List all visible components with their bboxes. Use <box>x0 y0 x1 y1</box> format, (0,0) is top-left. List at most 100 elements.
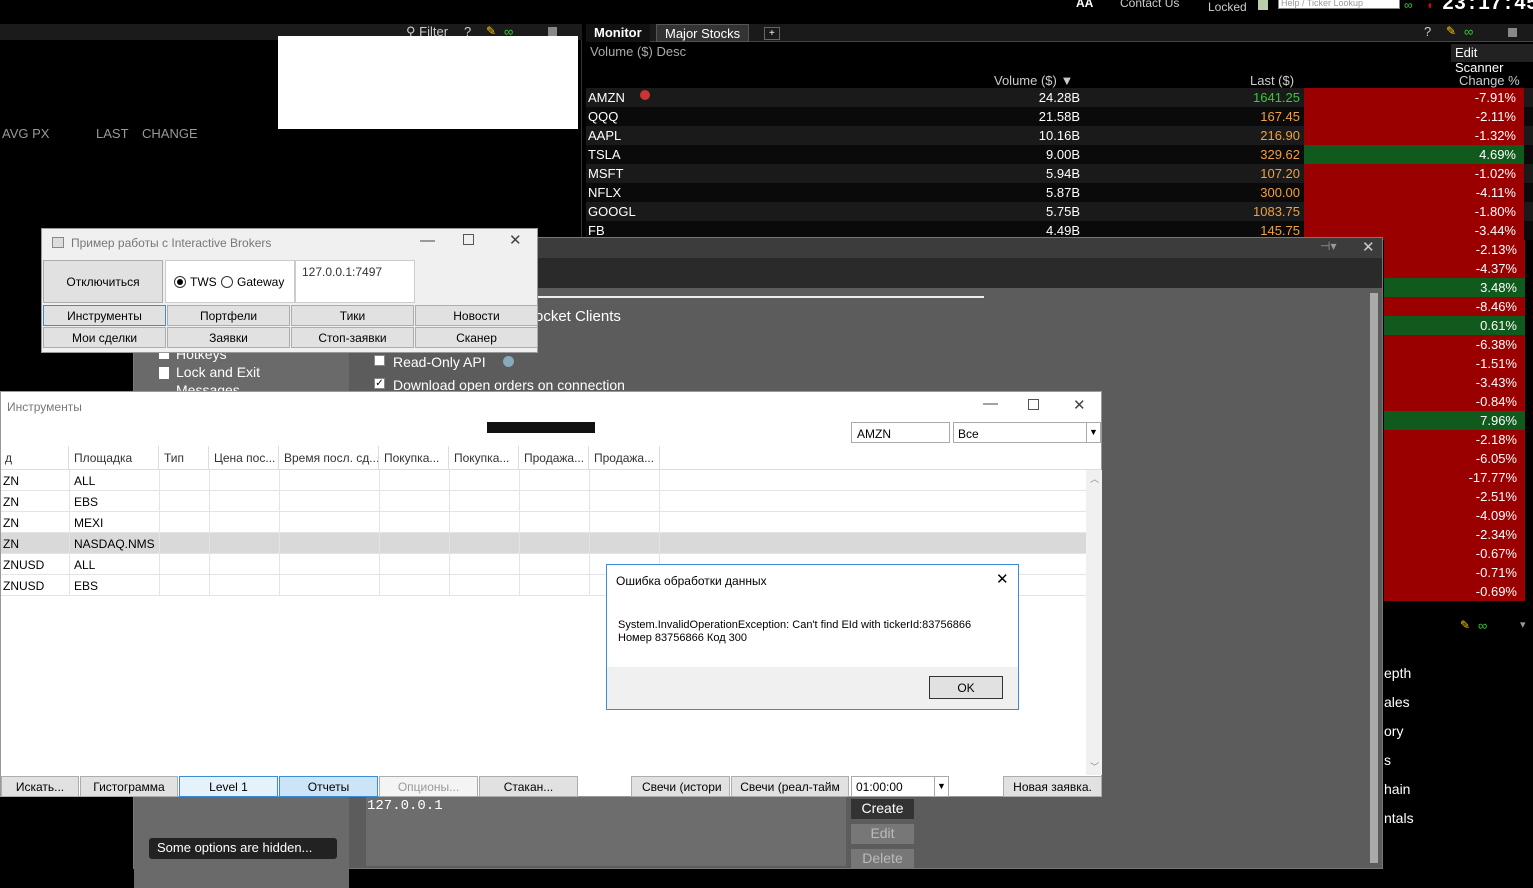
table-row-selected[interactable]: ZN NASDAQ.NMS <box>1 533 1086 554</box>
histogram-button[interactable]: Гистограмма <box>80 776 178 797</box>
col-ask-2[interactable]: Продажа... <box>590 446 660 470</box>
hidden-options-button[interactable]: Some options are hidden... <box>149 838 337 859</box>
stop-orders-button[interactable]: Стоп-заявки <box>291 327 414 348</box>
download-orders-checkbox[interactable]: ✓ <box>374 378 385 389</box>
tree-item-lock-exit[interactable]: Lock and Exit <box>176 364 260 380</box>
drag-handle[interactable] <box>487 422 595 433</box>
tool-link[interactable]: ales <box>1384 694 1410 710</box>
config-scrollbar[interactable] <box>1370 293 1378 863</box>
ticker-search-input[interactable]: Help / Ticker Lookup <box>1278 0 1400 9</box>
instruments-button[interactable]: Инструменты <box>43 305 166 326</box>
header-change[interactable]: Change % <box>1459 73 1520 88</box>
depth-button[interactable]: Стакан... <box>479 776 578 797</box>
scroll-up-icon[interactable]: ︿ <box>1090 472 1099 485</box>
alert-icon[interactable]: ◖ <box>1426 0 1433 12</box>
pin-icon[interactable]: ⊣▾ <box>1320 239 1336 253</box>
table-scrollbar[interactable]: ︿ ﹀ <box>1086 470 1102 775</box>
symbol-input[interactable]: AMZN <box>851 422 950 443</box>
help-button[interactable]: ? <box>1424 24 1431 39</box>
col-exchange[interactable]: Площадка <box>70 446 159 470</box>
col-last-price[interactable]: Цена пос... <box>210 446 279 470</box>
close-icon[interactable]: ✕ <box>996 570 1009 588</box>
maximize-icon[interactable] <box>463 234 474 245</box>
add-tab-button[interactable]: + <box>764 27 780 40</box>
col-ask-1[interactable]: Продажа... <box>520 446 589 470</box>
aa-label[interactable]: AA <box>1076 0 1093 10</box>
close-icon[interactable]: ✕ <box>1073 396 1086 414</box>
edit-button[interactable]: Edit <box>851 824 914 844</box>
table-row[interactable]: ZN EBS <box>1 491 1086 512</box>
monitor-row[interactable]: GOOGL 5.75B 1083.75 -1.80% <box>586 202 1533 221</box>
read-only-checkbox[interactable] <box>374 355 385 366</box>
table-row[interactable]: ZN ALL <box>1 470 1086 491</box>
minimize-icon[interactable]: — <box>983 395 998 412</box>
link-icon[interactable]: ∞ <box>1404 0 1413 12</box>
tool-link[interactable]: epth <box>1384 665 1411 681</box>
link-icon[interactable]: ∞ <box>1478 618 1487 633</box>
interval-select[interactable]: 01:00:00 ▼ <box>851 776 949 797</box>
contact-link[interactable]: Contact Us <box>1120 0 1179 10</box>
window-icon[interactable] <box>1508 28 1517 37</box>
link-icon[interactable]: ∞ <box>1464 24 1473 39</box>
trusted-ip[interactable]: 127.0.0.1 <box>367 798 443 814</box>
col-symbol[interactable]: д <box>1 446 69 470</box>
monitor-row[interactable]: NFLX 5.87B 300.00 -4.11% <box>586 183 1533 202</box>
tab-monitor[interactable]: Monitor <box>586 24 650 42</box>
tool-link[interactable]: ory <box>1384 723 1403 739</box>
ticks-button[interactable]: Тики <box>291 305 414 326</box>
tool-link[interactable]: s <box>1384 752 1391 768</box>
change-pct: -6.05% <box>1384 449 1525 468</box>
create-button[interactable]: Create <box>851 799 914 819</box>
info-icon[interactable] <box>503 356 514 367</box>
candles-history-button[interactable]: Свечи (истори <box>631 776 730 797</box>
tws-radio[interactable] <box>174 276 186 288</box>
tool-link[interactable]: ntals <box>1384 810 1414 826</box>
menu-icon[interactable]: ▾ <box>1520 618 1526 631</box>
wrench-icon[interactable]: ✎ <box>1460 618 1470 632</box>
disconnect-button[interactable]: Отключиться <box>43 260 163 303</box>
filter-select[interactable]: Все ▼ <box>953 422 1101 443</box>
gateway-radio[interactable] <box>221 276 233 288</box>
col-type[interactable]: Тип <box>160 446 209 470</box>
level1-button[interactable]: Level 1 <box>179 776 278 797</box>
scanner-button[interactable]: Сканер <box>415 327 538 348</box>
header-last[interactable]: Last ($) <box>1250 73 1294 88</box>
volume: 5.75B <box>1046 204 1080 219</box>
minimize-icon[interactable]: — <box>420 232 435 249</box>
monitor-row[interactable]: QQQ 21.58B 167.45 -2.11% <box>586 107 1533 126</box>
maximize-icon[interactable] <box>1028 399 1039 410</box>
window-icon[interactable] <box>548 27 557 36</box>
tab-major-stocks[interactable]: Major Stocks <box>656 24 750 42</box>
col-bid-2[interactable]: Покупка... <box>450 446 519 470</box>
close-icon[interactable]: ✕ <box>509 231 522 249</box>
reports-button[interactable]: Отчеты <box>279 776 378 797</box>
table-row[interactable]: ZN MEXI <box>1 512 1086 533</box>
monitor-row[interactable]: TSLA 9.00B 329.62 4.69% <box>586 145 1533 164</box>
col-bid-1[interactable]: Покупка... <box>380 446 449 470</box>
candles-realtime-button[interactable]: Свечи (реал-тайм <box>731 776 849 797</box>
new-order-button[interactable]: Новая заявка. <box>1003 776 1102 797</box>
monitor-row[interactable]: AMZN 24.28B 1641.25 -7.91% <box>586 88 1533 107</box>
my-trades-button[interactable]: Мои сделки <box>43 327 166 348</box>
chevron-down-icon[interactable]: ▼ <box>1086 423 1100 442</box>
lock-icon[interactable] <box>1258 0 1268 10</box>
news-button[interactable]: Новости <box>415 305 538 326</box>
header-volume[interactable]: Volume ($) ▼ <box>994 73 1073 88</box>
edit-scanner-button[interactable]: Edit Scanner <box>1451 44 1533 75</box>
options-button[interactable]: Опционы... <box>379 776 478 797</box>
portfolios-button[interactable]: Портфели <box>167 305 290 326</box>
chevron-down-icon[interactable]: ▼ <box>934 777 948 796</box>
monitor-row[interactable]: MSFT 5.94B 107.20 -1.02% <box>586 164 1533 183</box>
ok-button[interactable]: OK <box>929 676 1003 699</box>
search-button[interactable]: Искать... <box>1 776 79 797</box>
news-icon[interactable] <box>640 90 650 100</box>
delete-button[interactable]: Delete <box>851 849 914 869</box>
tool-link[interactable]: hain <box>1384 781 1410 797</box>
orders-button[interactable]: Заявки <box>167 327 290 348</box>
close-icon[interactable]: ✕ <box>1362 238 1375 256</box>
address-input[interactable]: 127.0.0.1:7497 <box>295 260 415 303</box>
col-last-time[interactable]: Время посл. сд... <box>280 446 379 470</box>
scroll-down-icon[interactable]: ﹀ <box>1090 760 1099 773</box>
monitor-row[interactable]: AAPL 10.16B 216.90 -1.32% <box>586 126 1533 145</box>
wrench-icon[interactable]: ✎ <box>1446 24 1456 38</box>
